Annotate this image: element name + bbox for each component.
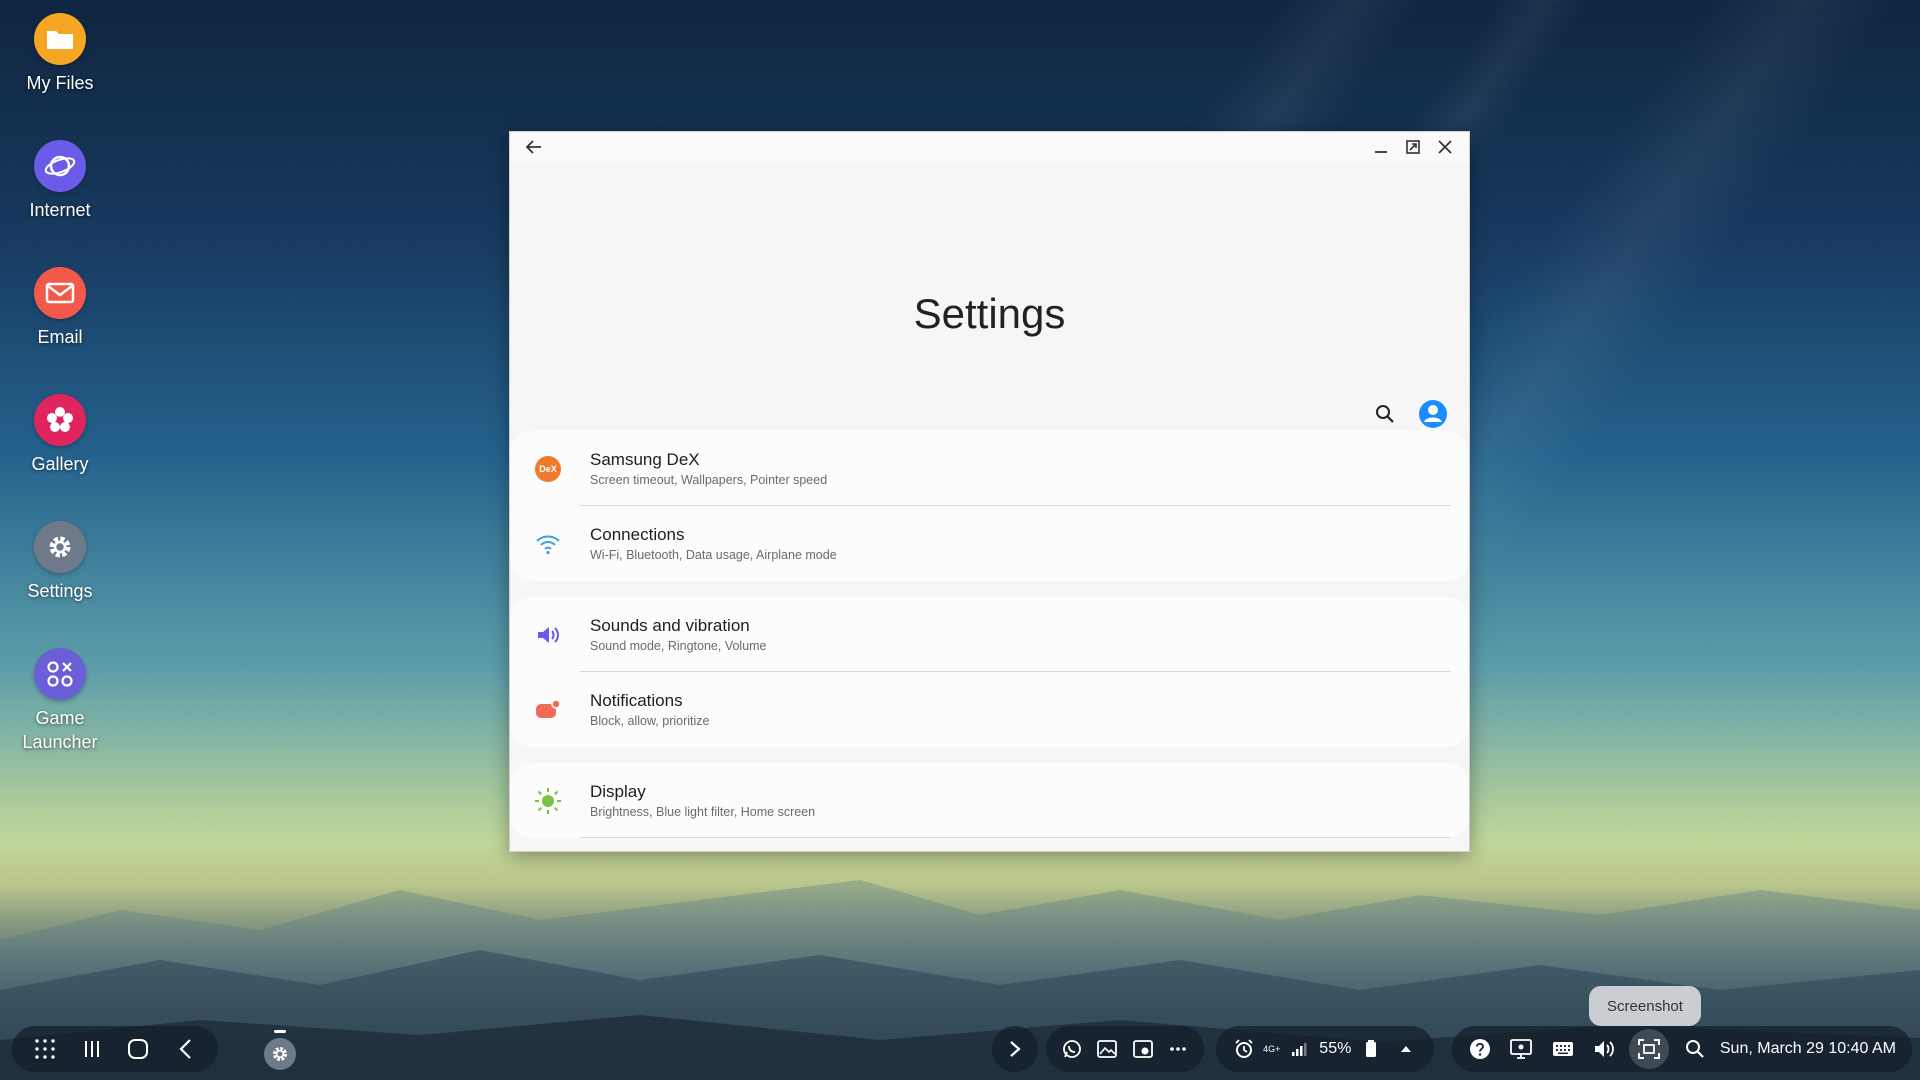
- game-icon: [34, 648, 86, 700]
- screen-record-icon[interactable]: [1127, 1033, 1159, 1065]
- gear-icon: [264, 1038, 296, 1070]
- page-title: Settings: [913, 290, 1066, 337]
- running-indicator: [274, 1030, 286, 1033]
- battery-icon: [1355, 1033, 1387, 1065]
- desktop-icon-game-launcher[interactable]: Game Launcher: [10, 648, 110, 754]
- settings-group: Sounds and vibration Sound mode, Rington…: [510, 597, 1469, 747]
- settings-item-title: Samsung DeX: [590, 449, 700, 469]
- more-icon[interactable]: [1162, 1033, 1194, 1065]
- desktop-icon-label: Gallery: [31, 454, 89, 474]
- flower-icon: [34, 394, 86, 446]
- alarm-icon: [1228, 1033, 1260, 1065]
- divider: [580, 837, 1451, 838]
- screenshot-icon[interactable]: [1629, 1029, 1670, 1069]
- help-icon[interactable]: [1464, 1033, 1496, 1065]
- window-titlebar[interactable]: [510, 132, 1469, 162]
- status-tray[interactable]: 4G+ 55%: [1216, 1026, 1434, 1072]
- caret-up-icon[interactable]: [1390, 1033, 1422, 1065]
- folder-icon: [34, 13, 86, 65]
- settings-item-title: Display: [590, 781, 646, 801]
- settings-item-title: Connections: [590, 524, 685, 544]
- desktop-icon-label: Settings: [27, 581, 93, 601]
- desktop-icon-my-files[interactable]: My Files: [10, 13, 110, 95]
- close-icon[interactable]: [1431, 134, 1459, 160]
- settings-group: DeX Samsung DeX Screen timeout, Wallpape…: [510, 431, 1469, 581]
- sun-icon: [532, 785, 564, 817]
- screenshot-tooltip: Screenshot: [1589, 986, 1701, 1026]
- settings-item-subtitle: Brightness, Blue light filter, Home scre…: [590, 804, 816, 819]
- desktop-icon-label-line1: Game: [35, 708, 85, 728]
- image-icon[interactable]: [1091, 1033, 1123, 1065]
- system-tray: Sun, March 29 10:40 AM: [1452, 1026, 1912, 1072]
- settings-window: Settings DeX Samsung DeX Screen timeout,…: [509, 131, 1470, 852]
- signal-icon: [1284, 1033, 1316, 1065]
- whatsapp-icon[interactable]: [1056, 1033, 1088, 1065]
- notification-icon: [532, 694, 564, 726]
- dex-icon: DeX: [532, 453, 564, 485]
- clock[interactable]: Sun, March 29 10:40 AM: [1720, 1040, 1900, 1058]
- desktop-icon-label: My Files: [26, 73, 94, 93]
- back-icon[interactable]: [169, 1033, 201, 1065]
- planet-icon: [34, 140, 86, 192]
- desktop-icon-settings[interactable]: Settings: [10, 521, 110, 603]
- settings-item-title: Sounds and vibration: [590, 615, 750, 635]
- apps-grid-icon[interactable]: [29, 1033, 61, 1065]
- settings-item-subtitle: Wi-Fi, Bluetooth, Data usage, Airplane m…: [590, 547, 837, 562]
- notification-tray: [1046, 1026, 1204, 1072]
- home-icon[interactable]: [122, 1033, 154, 1065]
- battery-percent: 55%: [1319, 1040, 1352, 1057]
- search-icon[interactable]: [1369, 398, 1401, 430]
- gear-icon: [34, 521, 86, 573]
- desktop-icon-label: Internet: [29, 200, 91, 220]
- taskbar-app-settings[interactable]: [262, 1030, 298, 1070]
- minimize-icon[interactable]: [1367, 134, 1395, 160]
- settings-item-notifications[interactable]: Notifications Block, allow, prioritize: [510, 672, 1469, 747]
- recents-icon[interactable]: [76, 1033, 108, 1065]
- settings-item-subtitle: Block, allow, prioritize: [590, 713, 710, 728]
- maximize-icon[interactable]: [1399, 134, 1427, 160]
- expand-apps-button[interactable]: [992, 1026, 1038, 1072]
- settings-item-subtitle: Sound mode, Ringtone, Volume: [590, 638, 767, 653]
- envelope-icon: [34, 267, 86, 319]
- wifi-icon: [532, 528, 564, 560]
- desktop-icon-gallery[interactable]: Gallery: [10, 394, 110, 476]
- dex-screen-icon[interactable]: [1505, 1033, 1537, 1065]
- desktop-icon-label: Email: [37, 327, 83, 347]
- search-icon[interactable]: [1679, 1033, 1711, 1065]
- keyboard-icon[interactable]: [1547, 1033, 1579, 1065]
- network-type: 4G+: [1263, 1044, 1281, 1054]
- volume-icon[interactable]: [1588, 1033, 1620, 1065]
- settings-item-sounds[interactable]: Sounds and vibration Sound mode, Rington…: [510, 597, 1469, 672]
- desktop-icon-label-line2: Launcher: [22, 732, 98, 752]
- desktop-icon-email[interactable]: Email: [10, 267, 110, 349]
- settings-item-connections[interactable]: Connections Wi-Fi, Bluetooth, Data usage…: [510, 506, 1469, 581]
- settings-header: Settings: [510, 162, 1469, 431]
- dex-badge: DeX: [535, 455, 561, 482]
- chevron-right-icon: [999, 1033, 1031, 1065]
- speaker-icon: [532, 619, 564, 651]
- settings-item-samsung-dex[interactable]: DeX Samsung DeX Screen timeout, Wallpape…: [510, 431, 1469, 506]
- account-icon[interactable]: [1417, 398, 1449, 430]
- back-arrow-icon[interactable]: [520, 134, 548, 160]
- navigation-bar: [12, 1026, 218, 1072]
- settings-item-display[interactable]: Display Brightness, Blue light filter, H…: [510, 763, 1469, 838]
- settings-item-subtitle: Screen timeout, Wallpapers, Pointer spee…: [590, 472, 828, 487]
- settings-item-title: Notifications: [590, 690, 683, 710]
- settings-group: Display Brightness, Blue light filter, H…: [510, 763, 1469, 838]
- desktop-icon-internet[interactable]: Internet: [10, 140, 110, 222]
